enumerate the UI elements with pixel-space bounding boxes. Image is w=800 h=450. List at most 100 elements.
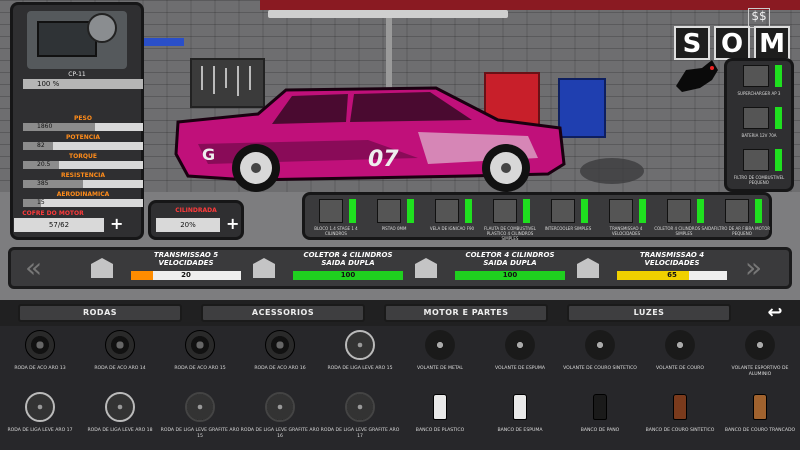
- part-label: BLOCO 1.4 STAGE 1 4 CILINDROS: [314, 226, 358, 236]
- item-card[interactable]: VOLANTE ESPORTIVO DE ALUMINIO: [720, 326, 800, 386]
- part-status-bar: [639, 199, 646, 223]
- comparison-value: 100: [502, 271, 518, 279]
- item-label: VOLANTE ESPORTIVO DE ALUMINIO: [731, 366, 789, 377]
- stat-label: RESISTENCIA: [60, 172, 106, 179]
- money-icon[interactable]: $$: [748, 8, 770, 28]
- stat-bar: 82: [23, 142, 143, 150]
- dog-mascot-icon: [672, 56, 722, 96]
- part-status-bar: [755, 199, 762, 223]
- comparison-bar: 20: [131, 271, 241, 280]
- part-icon[interactable]: [743, 65, 769, 87]
- parts-strip: BLOCO 1.4 STAGE 1 4 CILINDROS PISTAO 0MM V…: [302, 192, 772, 241]
- item-label: RODA DE LIGA LEVE ARO 18: [87, 428, 153, 433]
- wheel-rim-icon: [265, 392, 295, 422]
- item-card[interactable]: RODA DE LIGA LEVE ARO 18: [80, 388, 160, 448]
- stat-label: TORQUE: [69, 153, 97, 160]
- part-label: INTERCOOLER SIMPLES: [544, 226, 592, 231]
- item-card[interactable]: RODA DE LIGA LEVE GRAFITE ARO 15: [160, 388, 240, 448]
- stat-label: POTENCIA: [66, 134, 100, 141]
- air-hose: [386, 18, 392, 88]
- part-icon[interactable]: [493, 199, 517, 223]
- seat-icon: [585, 392, 615, 422]
- tab-motor-e-partes[interactable]: MOTOR E PARTES: [384, 304, 548, 322]
- item-card[interactable]: RODA DE LIGA LEVE ARO 17: [0, 388, 80, 448]
- part-icon[interactable]: [667, 199, 691, 223]
- item-label: BANCO DE ESPUMA: [497, 428, 543, 433]
- item-label: VOLANTE DE COURO: [656, 366, 704, 371]
- part-icon[interactable]: [377, 199, 401, 223]
- ceiling-lamp: [268, 10, 508, 18]
- part-icon[interactable]: [725, 199, 749, 223]
- displacement-plus-button[interactable]: +: [226, 214, 240, 234]
- comparison-bar: 100: [293, 271, 403, 280]
- part-icon[interactable]: [743, 107, 769, 129]
- item-card[interactable]: BANCO DE COURO SINTETICO: [640, 388, 720, 448]
- wheel-rim-icon: [345, 392, 375, 422]
- part-status-bar: [775, 149, 782, 171]
- displacement-label: CILINDRADA: [175, 207, 217, 214]
- menu-letter-s-button[interactable]: S: [674, 26, 710, 60]
- car-number: 07: [368, 147, 399, 172]
- prev-arrow-button[interactable]: «: [25, 252, 42, 284]
- part-icon: [577, 258, 599, 278]
- seat-icon: [425, 392, 455, 422]
- part-icon: [415, 258, 437, 278]
- stat-value: 82: [37, 142, 45, 149]
- hood-plus-button[interactable]: +: [110, 214, 124, 234]
- part-icon[interactable]: [319, 199, 343, 223]
- item-label: BANCO DE PLASTICO: [415, 428, 465, 433]
- seat-icon: [665, 392, 695, 422]
- item-card[interactable]: RODA DE ACO ARO 14: [80, 326, 160, 386]
- item-card[interactable]: BANCO DE COURO TRANCADO: [720, 388, 800, 448]
- item-label: RODA DE LIGA LEVE ARO 17: [7, 428, 73, 433]
- part-status-bar: [523, 199, 530, 223]
- item-card[interactable]: RODA DE ACO ARO 13: [0, 326, 80, 386]
- engine-panel: CP-11 100 % PESO 1860 POTENCIA 82 TORQUE 20.5…: [10, 2, 144, 240]
- item-card[interactable]: BANCO DE PANO: [560, 388, 640, 448]
- item-card[interactable]: VOLANTE DE ESPUMA: [480, 326, 560, 386]
- car[interactable]: G 07: [168, 84, 568, 196]
- item-card[interactable]: VOLANTE DE COURO: [640, 326, 720, 386]
- steering-wheel-icon: [745, 330, 775, 360]
- item-card[interactable]: VOLANTE DE METAL: [400, 326, 480, 386]
- part-label: VELA DE IGNICAO F90: [429, 226, 475, 231]
- tab-rodas[interactable]: RODAS: [18, 304, 182, 322]
- hood-value: 57/62: [14, 218, 104, 232]
- part-icon[interactable]: [743, 149, 769, 171]
- tire-icon: [265, 330, 295, 360]
- part-label: BATERIA 12V 70A: [741, 133, 777, 138]
- item-card[interactable]: RODA DE ACO ARO 16: [240, 326, 320, 386]
- item-label: RODA DE LIGA LEVE ARO 15: [327, 366, 393, 371]
- item-card[interactable]: RODA DE LIGA LEVE GRAFITE ARO 16: [240, 388, 320, 448]
- stat-bar: 15: [23, 199, 143, 207]
- part-label: FLAUTA DE COMBUSTIVEL PLASTICO 4 CILINDR…: [483, 226, 537, 241]
- tab-acessorios[interactable]: ACESSORIOS: [201, 304, 365, 322]
- engine-icon: [27, 11, 127, 69]
- item-card[interactable]: RODA DE LIGA LEVE GRAFITE ARO 17: [320, 388, 400, 448]
- part-icon[interactable]: [609, 199, 633, 223]
- stat-label: AERODINAMICA: [56, 191, 110, 198]
- item-card[interactable]: BANCO DE ESPUMA: [480, 388, 560, 448]
- menu-letter-m-button[interactable]: M: [754, 26, 790, 60]
- tire-icon: [185, 330, 215, 360]
- tab-luzes[interactable]: LUZES: [567, 304, 731, 322]
- item-card[interactable]: VOLANTE DE COURO SINTETICO: [560, 326, 640, 386]
- wheel-rim-icon: [105, 392, 135, 422]
- stat-label: PESO: [74, 115, 92, 122]
- stat-value: 1860: [37, 123, 53, 130]
- next-arrow-button[interactable]: »: [745, 252, 762, 284]
- comparison-value: 100: [340, 271, 356, 279]
- part-icon[interactable]: [435, 199, 459, 223]
- item-label: RODA DE ACO ARO 15: [174, 366, 226, 371]
- steering-wheel-icon: [425, 330, 455, 360]
- shelf: [140, 38, 184, 46]
- part-icon[interactable]: [551, 199, 575, 223]
- back-icon[interactable]: ↩: [760, 302, 790, 324]
- item-card[interactable]: RODA DE ACO ARO 15: [160, 326, 240, 386]
- item-card[interactable]: BANCO DE PLASTICO: [400, 388, 480, 448]
- wheel-rim-icon: [25, 392, 55, 422]
- item-card[interactable]: RODA DE LIGA LEVE ARO 15: [320, 326, 400, 386]
- item-label: RODA DE ACO ARO 16: [254, 366, 306, 371]
- hood-label: COFRE DO MOTOR: [22, 210, 84, 217]
- menu-letter-o-button[interactable]: O: [714, 26, 750, 60]
